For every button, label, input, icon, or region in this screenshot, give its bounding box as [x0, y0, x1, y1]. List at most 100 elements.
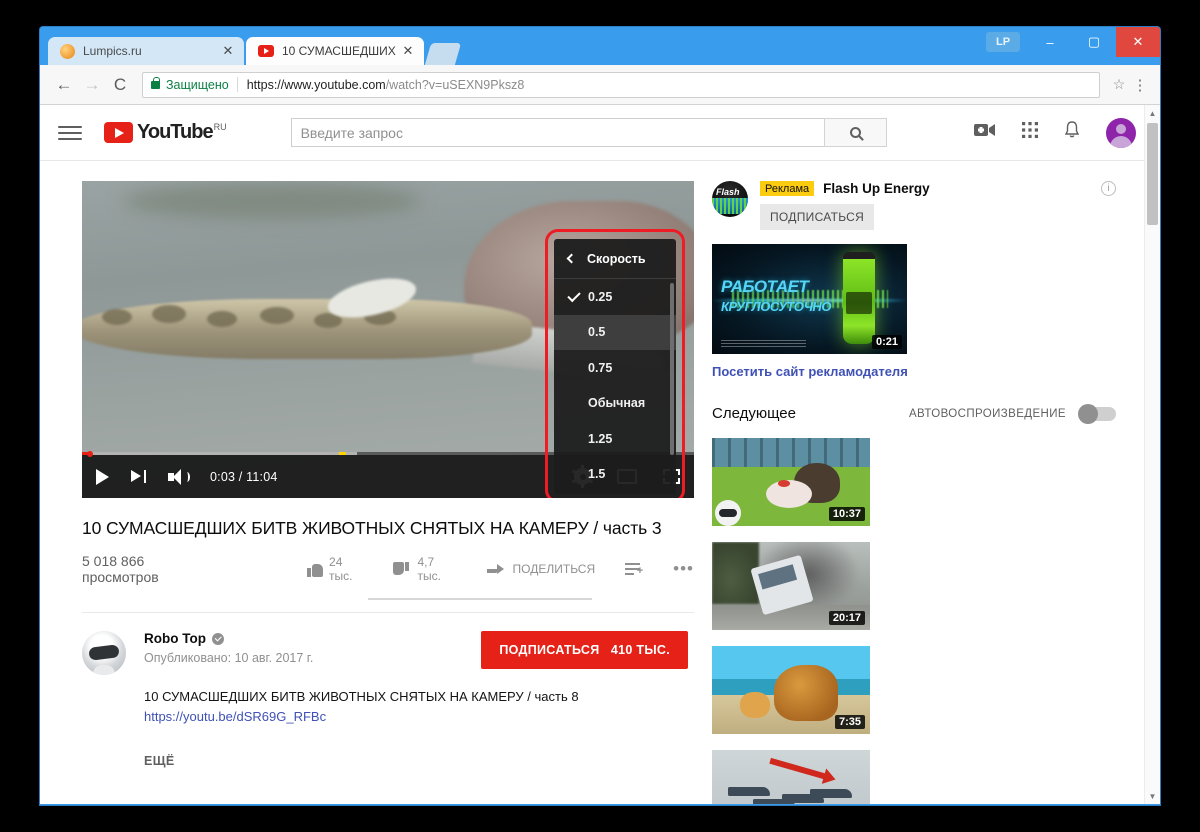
page-scrollbar[interactable]: ▲ ▼: [1144, 105, 1160, 804]
video-title: 10 СУМАСШЕДШИХ БИТВ ЖИВОТНЫХ СНЯТЫХ НА К…: [82, 518, 662, 538]
speed-option-15[interactable]: 1.5: [554, 457, 676, 493]
search-button[interactable]: [823, 118, 887, 147]
verified-icon: [211, 632, 224, 645]
video-duration: 20:17: [828, 611, 865, 625]
maximize-button[interactable]: ▢: [1072, 27, 1116, 57]
speed-menu-title: Скорость: [587, 251, 646, 266]
chrome-menu-icon[interactable]: ⋮: [1130, 76, 1150, 94]
ad-advertiser-name[interactable]: Flash Up Energy: [823, 181, 930, 196]
ad-visit-site-link[interactable]: Посетить сайт рекламодателя: [712, 364, 1116, 379]
ad-avatar-text: Flash: [716, 187, 740, 197]
up-next-header: Следующее АВТОВОСПРОИЗВЕДЕНИЕ: [712, 403, 1116, 424]
dislike-button[interactable]: 4,7 тыс.: [393, 555, 456, 583]
view-count: 5 018 866 просмотров: [82, 553, 159, 585]
channel-avatar[interactable]: [82, 631, 126, 675]
ad-subscribe-button[interactable]: ПОДПИСАТЬСЯ: [760, 204, 875, 230]
speed-option-05[interactable]: 0.5: [554, 314, 676, 350]
ad-channel-avatar[interactable]: Flash: [712, 181, 748, 217]
scrollbar-thumb[interactable]: [1147, 123, 1158, 225]
ad-thumbnail[interactable]: РАБОТАЕТ КРУГЛОСУТОЧНО 0:21: [712, 244, 907, 354]
channel-name-text: Robo Top: [144, 631, 206, 646]
forward-button: →: [83, 74, 101, 94]
lumpics-favicon-icon: [60, 43, 75, 59]
subscribe-button[interactable]: ПОДПИСАТЬСЯ 410 ТЫС.: [481, 631, 688, 669]
minimize-button[interactable]: –: [1028, 27, 1072, 57]
apps-grid-icon[interactable]: [1022, 122, 1038, 143]
like-button[interactable]: 24 тыс.: [306, 555, 365, 583]
close-button[interactable]: ✕: [1116, 27, 1160, 57]
speed-option-normal[interactable]: Обычная: [554, 386, 676, 422]
ad-fine-print: [721, 340, 806, 348]
reload-button[interactable]: C: [106, 71, 134, 99]
scroll-down-icon[interactable]: ▼: [1145, 788, 1160, 804]
secure-label: Защищено: [166, 77, 229, 92]
speed-option-label: Обычная: [588, 396, 646, 411]
speed-menu-header[interactable]: Скорость: [554, 239, 676, 279]
speed-option-125[interactable]: 1.25: [554, 421, 676, 457]
bell-icon[interactable]: [1064, 121, 1080, 144]
list-item[interactable]: 20:17: [712, 542, 1116, 630]
window-controls: LP – ▢ ✕: [986, 27, 1160, 57]
share-button[interactable]: ПОДЕЛИТЬСЯ: [486, 562, 595, 576]
playback-speed-menu[interactable]: Скорость 0.25 0.5 0.75 Обычная 1.25 1.5: [554, 239, 676, 494]
next-video-button[interactable]: [131, 469, 146, 484]
play-button[interactable]: [96, 468, 109, 485]
avatar[interactable]: [1106, 117, 1136, 148]
description-link[interactable]: https://youtu.be/dSR69G_RFBc: [144, 709, 694, 724]
bookmark-star-icon[interactable]: ☆: [1108, 76, 1130, 93]
youtube-favicon-icon: [258, 45, 274, 57]
scroll-up-icon[interactable]: ▲: [1145, 105, 1160, 121]
tab-strip: Lumpics.ru ✕ 10 СУМАСШЕДШИХ БИТ ✕: [48, 37, 462, 65]
speed-option-label: 0.5: [588, 325, 606, 340]
video-thumbnail[interactable]: 10:37: [712, 438, 870, 526]
address-bar[interactable]: Защищено https://www.youtube.com/watch?v…: [142, 71, 1100, 98]
like-count: 24 тыс.: [329, 555, 353, 583]
profile-badge[interactable]: LP: [986, 32, 1020, 52]
video-info: [880, 750, 1116, 804]
save-button[interactable]: +: [625, 562, 643, 576]
back-button[interactable]: ←: [50, 71, 78, 99]
tab-lumpics[interactable]: Lumpics.ru ✕: [48, 37, 244, 65]
ad-bottle-graphic: [843, 252, 875, 344]
ad-meta: Реклама Flash Up Energy ПОДПИСАТЬСЯ: [760, 181, 930, 230]
ad-info-icon[interactable]: i: [1101, 181, 1116, 196]
url-separator: [236, 77, 238, 92]
video-thumbnail[interactable]: 20:17: [712, 542, 870, 630]
speed-option-label: 1.5: [588, 467, 606, 482]
new-tab-button[interactable]: [424, 43, 462, 65]
tab-youtube[interactable]: 10 СУМАСШЕДШИХ БИТ ✕: [246, 37, 424, 65]
autoplay-toggle[interactable]: [1078, 403, 1116, 424]
url-domain: https://www.youtube.com: [246, 77, 386, 92]
speed-menu-scrollbar[interactable]: [670, 283, 674, 455]
list-item[interactable]: 7:35: [712, 646, 1116, 734]
list-item[interactable]: [712, 750, 1116, 804]
video-player[interactable]: Скорость 0.25 0.5 0.75 Обычная 1.25 1.5 …: [82, 181, 694, 498]
tab-close-icon[interactable]: ✕: [400, 43, 416, 59]
ad-badge: Реклама: [760, 181, 815, 196]
share-icon: [486, 563, 504, 576]
timecode-display: 0:03 / 11:04: [210, 469, 278, 484]
channel-name[interactable]: Robo Top: [144, 631, 313, 646]
show-more-button[interactable]: ЕЩЁ: [144, 754, 694, 768]
video-duration: 10:37: [828, 507, 865, 521]
speed-option-075[interactable]: 0.75: [554, 350, 676, 386]
video-upload-icon[interactable]: [974, 122, 996, 143]
speed-option-label: 1.25: [588, 431, 613, 446]
video-duration: 7:35: [834, 715, 865, 729]
search-input[interactable]: Введите запрос: [290, 118, 824, 147]
thumbs-down-icon: [393, 561, 410, 577]
more-actions-button[interactable]: •••: [673, 560, 694, 577]
search-area: Введите запрос: [290, 118, 887, 147]
secondary-column: Flash Реклама Flash Up Energy ПОДПИСАТЬС…: [712, 181, 1116, 804]
list-item[interactable]: 10:37: [712, 438, 1116, 526]
volume-button[interactable]: [168, 468, 190, 485]
speed-option-label: 0.25: [588, 289, 613, 304]
youtube-logo[interactable]: YouTube RU: [104, 121, 227, 144]
video-thumbnail[interactable]: [712, 750, 870, 804]
url-path: /watch?v=uSEXN9Pksz8: [385, 77, 525, 92]
title-bar: Lumpics.ru ✕ 10 СУМАСШЕДШИХ БИТ ✕ LP – ▢…: [40, 27, 1160, 65]
video-thumbnail[interactable]: 7:35: [712, 646, 870, 734]
hamburger-menu-icon[interactable]: [58, 125, 82, 140]
speed-option-025[interactable]: 0.25: [554, 279, 676, 315]
tab-close-icon[interactable]: ✕: [220, 43, 236, 59]
